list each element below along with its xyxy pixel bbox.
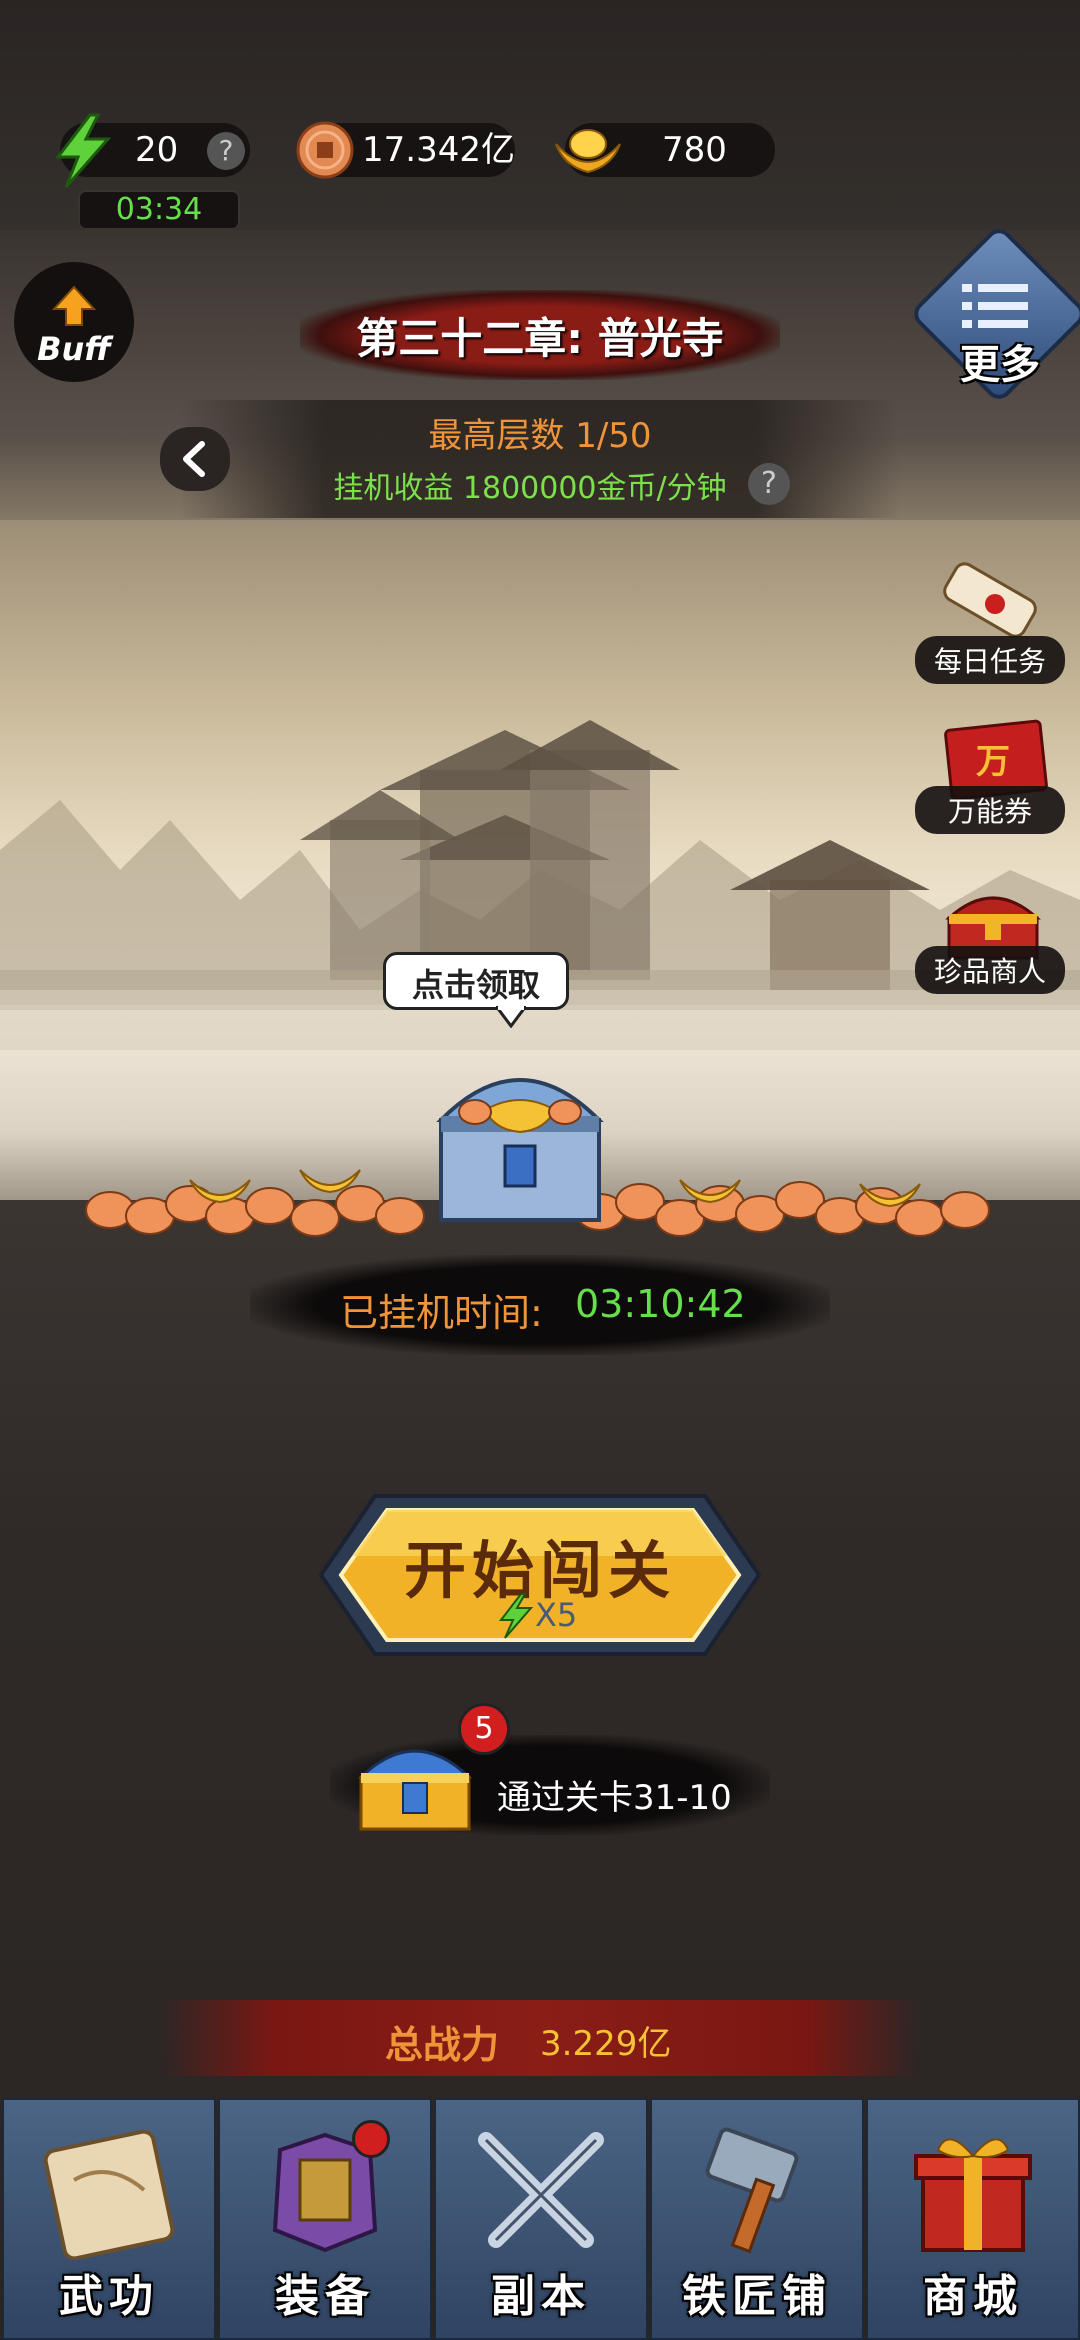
treasure-merchant-button[interactable]: 珍品商人 [915, 880, 1065, 1000]
total-power-label: 总战力 [385, 2023, 500, 2067]
chevron-left-icon [183, 441, 205, 477]
scroll-icon [943, 562, 1037, 638]
gold-chest-icon [357, 1749, 473, 1831]
nav-label-blacksmith: 铁匠铺 [682, 2271, 832, 2322]
copper-count: 17.342亿 [362, 130, 515, 170]
energy-count: 20 [135, 130, 179, 170]
nav-tab-blacksmith[interactable]: 铁匠铺 [650, 2098, 864, 2340]
income-help-icon[interactable]: ? [748, 463, 790, 505]
daily-task-button[interactable]: 每日任务 [915, 560, 1065, 684]
nav-tab-martial-arts[interactable]: 武功 [2, 2098, 216, 2340]
nav-label-shop: 商城 [923, 2271, 1023, 2322]
reward-count-badge: 5 [458, 1703, 510, 1755]
daily-task-label: 每日任务 [915, 636, 1065, 684]
nav-tab-dungeon[interactable]: 副本 [434, 2098, 648, 2340]
max-floor-text: 最高层数 1/50 [428, 416, 652, 456]
idle-time-value: 03:10:42 [575, 1282, 746, 1326]
arrow-up-icon [52, 285, 96, 326]
gold-count: 780 [662, 130, 727, 170]
idle-treasure-chest[interactable] [425, 1050, 615, 1240]
voucher-icon-text: 万 [976, 742, 1010, 782]
menu-list-icon [962, 284, 1028, 328]
chapter-title: 第三十二章: 普光寺 [356, 314, 724, 363]
voucher-button[interactable]: 万 万能券 [915, 719, 1065, 840]
silver-chest-icon [436, 1078, 604, 1222]
treasure-merchant-label: 珍品商人 [915, 946, 1065, 994]
voucher-label: 万能券 [915, 786, 1065, 834]
stage-reward-chest[interactable] [355, 1735, 475, 1835]
more-label: 更多 [960, 342, 1040, 388]
idle-time-label: 已挂机时间: [340, 1291, 543, 1335]
nav-tab-shop[interactable]: 商城 [866, 2098, 1080, 2340]
lightning-icon [54, 113, 112, 188]
gift-box-icon [914, 2138, 1032, 2252]
crossed-swords-icon [478, 2132, 604, 2248]
gold-ingot-icon [555, 129, 621, 174]
start-button-cost: X5 [535, 1596, 578, 1634]
hammer-icon [705, 2127, 799, 2254]
nav-tab-equipment[interactable]: 装备 [218, 2098, 432, 2340]
scroll-map-icon [43, 2129, 175, 2260]
idle-income-text: 挂机收益 1800000金币/分钟 [333, 471, 727, 506]
reward-condition-text: 通过关卡31-10 [497, 1778, 732, 1818]
claim-tooltip-text: 点击领取 [411, 966, 540, 1004]
buff-label: Buff [37, 330, 111, 368]
nav-label-equipment: 装备 [275, 2271, 375, 2322]
start-challenge-button[interactable]: 开始闯关 X5 [315, 1490, 765, 1660]
copper-coin-icon [296, 121, 354, 179]
lightning-icon [498, 1593, 534, 1639]
nav-label-martial-arts: 武功 [59, 2271, 159, 2322]
energy-help-icon[interactable]: ? [207, 132, 245, 170]
notification-dot [352, 2120, 390, 2158]
energy-timer: 03:34 [78, 190, 240, 230]
nav-label-dungeon: 副本 [491, 2271, 591, 2322]
tooltip-pointer [496, 1006, 526, 1028]
total-power-value: 3.229亿 [540, 2024, 672, 2064]
